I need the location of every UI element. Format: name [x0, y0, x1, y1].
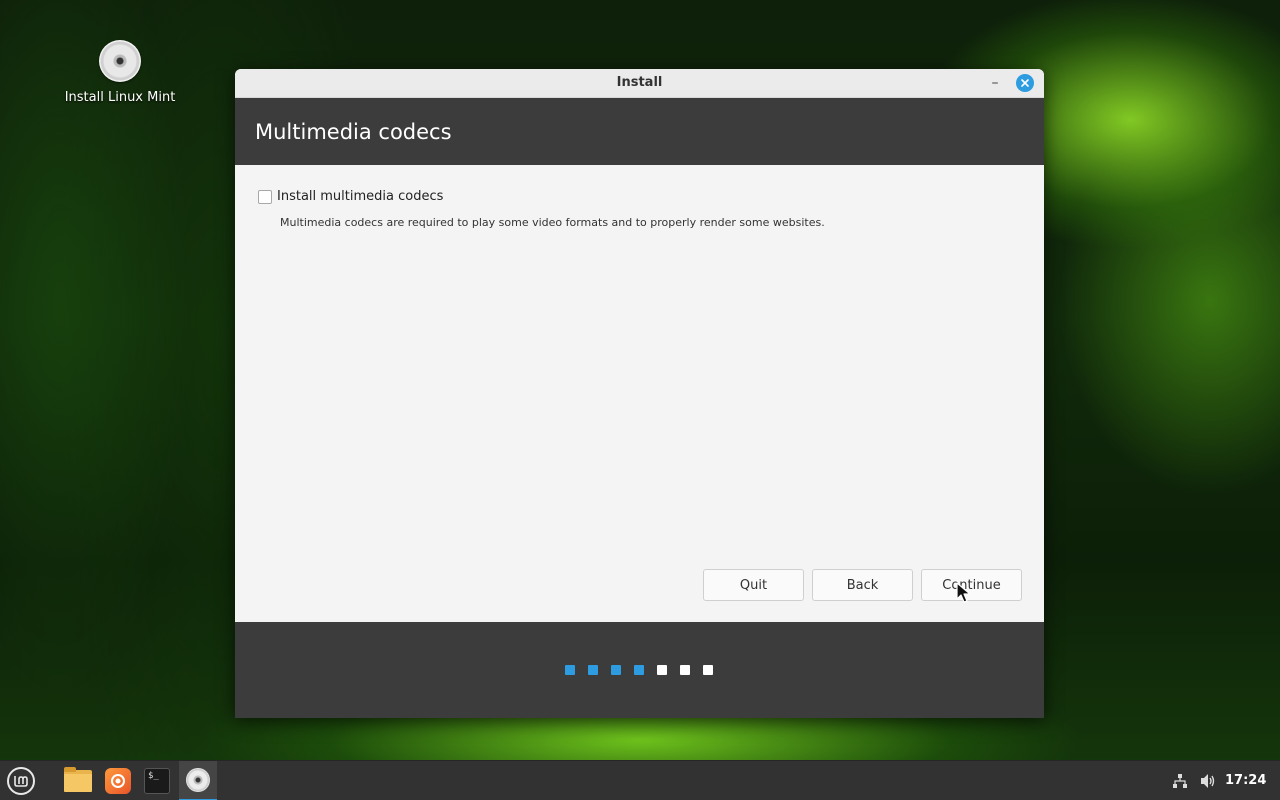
content-area: Install multimedia codecs Multimedia cod… [235, 165, 1044, 622]
folder-icon [64, 767, 92, 792]
progress-step-pending [657, 665, 667, 675]
progress-step-pending [680, 665, 690, 675]
window-title: Install [616, 75, 663, 90]
codecs-description: Multimedia codecs are required to play s… [280, 216, 825, 229]
progress-step-done [588, 665, 598, 675]
codecs-checkbox-label[interactable]: Install multimedia codecs [277, 189, 443, 204]
close-button[interactable] [1016, 74, 1034, 92]
mint-menu-icon [7, 767, 35, 795]
taskbar: $_ 17:24 [0, 760, 1280, 800]
clock[interactable]: 17:24 [1225, 773, 1266, 788]
firefox-icon [105, 768, 131, 794]
progress-footer [235, 622, 1044, 718]
progress-step-pending [703, 665, 713, 675]
terminal-launcher[interactable]: $_ [138, 761, 176, 800]
desktop-installer-shortcut[interactable]: Install Linux Mint [60, 40, 180, 105]
firefox-launcher[interactable] [99, 761, 137, 800]
volume-icon[interactable] [1199, 772, 1217, 790]
mouse-cursor-icon [956, 582, 971, 603]
disc-icon [99, 40, 141, 82]
minimize-button[interactable]: – [988, 73, 1002, 93]
network-icon[interactable] [1172, 773, 1188, 789]
desktop-icon-label: Install Linux Mint [64, 90, 176, 105]
page-header: Multimedia codecs [235, 98, 1044, 165]
progress-step-done [634, 665, 644, 675]
quit-button[interactable]: Quit [703, 569, 804, 601]
codecs-checkbox[interactable] [258, 189, 272, 204]
terminal-icon: $_ [144, 768, 170, 794]
installer-window: Install – Multimedia codecs Install mult… [235, 69, 1044, 718]
window-titlebar[interactable]: Install – [235, 69, 1044, 98]
page-title: Multimedia codecs [255, 119, 452, 144]
menu-button[interactable] [2, 761, 40, 800]
close-icon [1021, 79, 1029, 87]
progress-step-done [611, 665, 621, 675]
installer-window-button[interactable] [179, 761, 217, 800]
installer-disc-icon [186, 768, 210, 792]
back-button[interactable]: Back [812, 569, 913, 601]
codecs-checkbox-row[interactable]: Install multimedia codecs [258, 189, 443, 204]
progress-indicator [565, 665, 713, 675]
files-launcher[interactable] [59, 761, 97, 800]
progress-step-done [565, 665, 575, 675]
